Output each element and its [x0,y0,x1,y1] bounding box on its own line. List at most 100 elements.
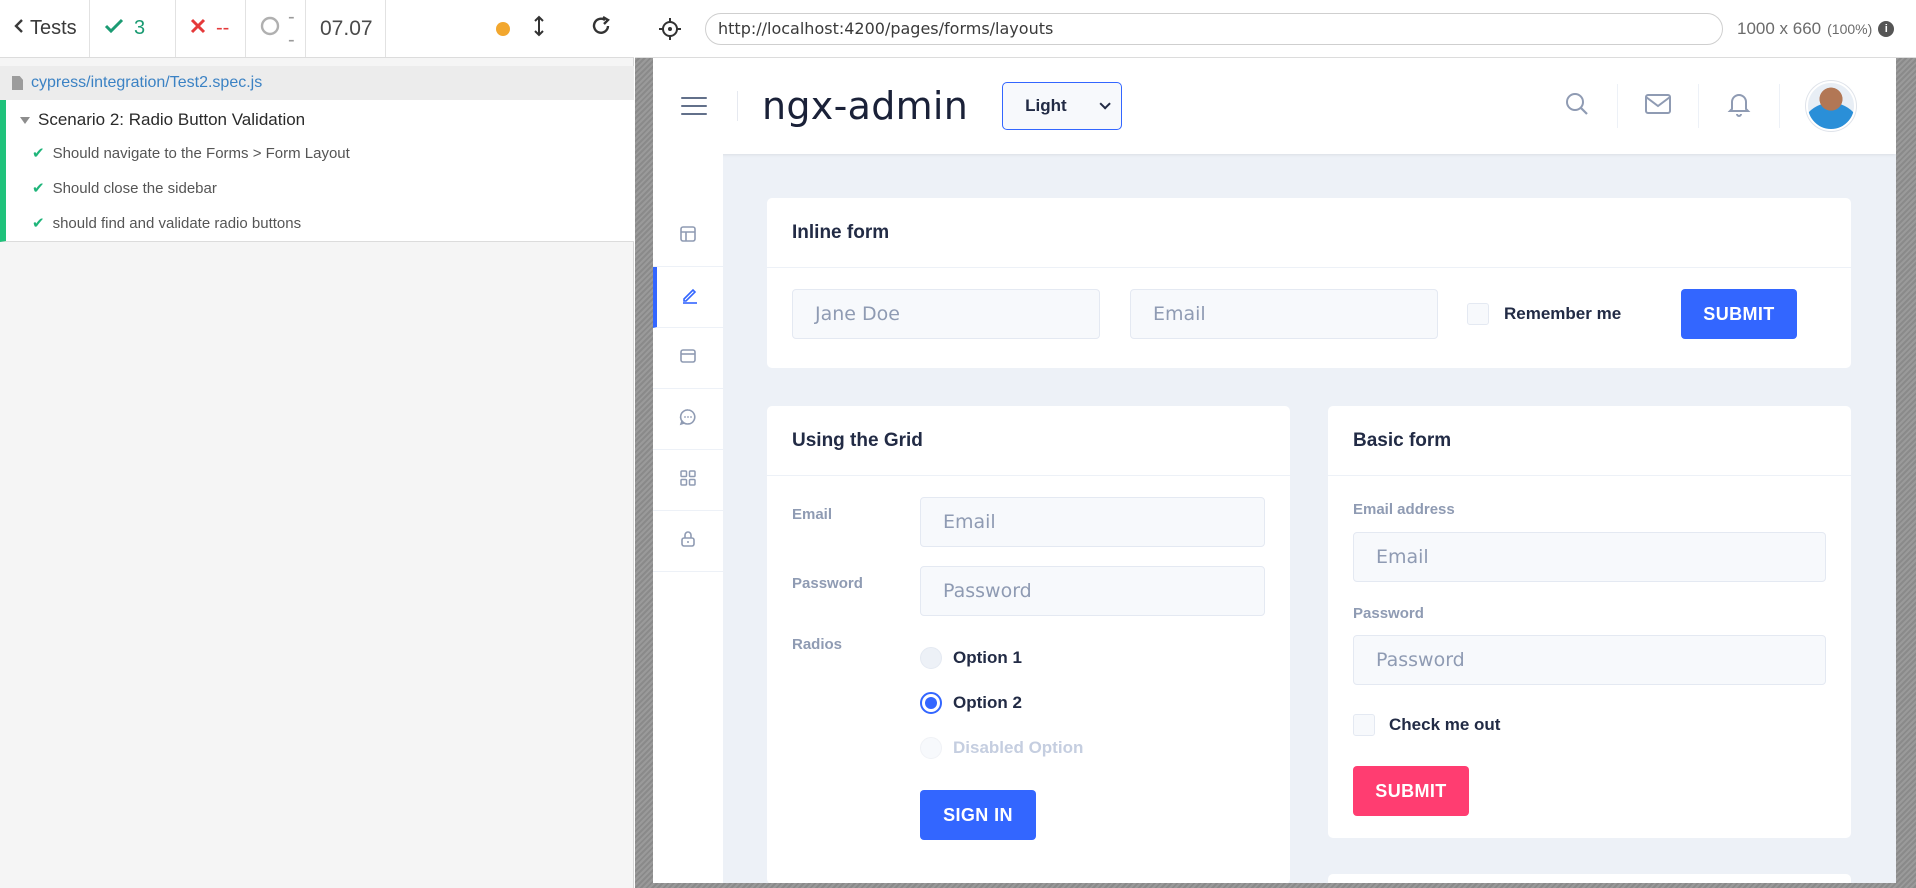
ngx-admin-app: ngx-admin Light Inline form Jane Doe Ema… [653,58,1896,883]
grid-email-input[interactable]: Email [920,497,1265,547]
card-title: Inline form [767,198,1851,268]
test-title: should find and validate radio buttons [52,214,302,232]
failed-value: -- [216,17,230,39]
sidebar-item-extra-components[interactable] [653,450,723,511]
info-icon[interactable]: i [1878,20,1895,37]
bell-icon [1727,91,1751,122]
scroll-toggle-icon[interactable] [534,15,544,42]
search-button[interactable] [1537,84,1618,128]
check-icon: ✔ [32,215,45,232]
collapse-triangle-icon [20,116,30,124]
grid-icon [679,469,697,492]
header-actions [1537,58,1856,154]
viewport-scale: (100%) [1827,20,1873,37]
file-icon [12,76,23,90]
grid-email-label: Email [792,506,833,523]
basic-email-label: Email address [1353,501,1455,518]
remember-me-checkbox[interactable] [1467,303,1489,325]
radio-option-1-label[interactable]: Option 1 [953,648,1022,668]
grid-form-card: Using the Grid Email Email Password Pass… [767,406,1290,883]
test-item[interactable]: ✔ should find and validate radio buttons [32,214,302,233]
duration: 07.07 [306,0,386,57]
edit-icon [681,286,699,309]
grid-password-label: Password [792,575,863,592]
inline-submit-button[interactable]: SUBMIT [1681,289,1797,339]
radios-label: Radios [792,636,843,653]
spec-path-text: cypress/integration/Test2.spec.js [31,74,263,91]
passed-count: 3 [90,0,176,57]
message-icon [679,408,697,431]
check-icon [104,17,124,40]
x-icon [190,17,206,40]
pending-count: -- [246,0,306,57]
lock-icon [679,530,697,553]
running-status-dot [496,21,510,36]
radio-disabled-option [920,737,942,759]
sidebar-item-layout[interactable] [653,206,723,267]
check-me-out-checkbox[interactable] [1353,714,1375,736]
header-divider [737,91,738,121]
basic-form-card: Basic form Email address Email Password … [1328,406,1851,838]
remember-me-label: Remember me [1504,304,1622,323]
radio-option-2-label[interactable]: Option 2 [953,693,1022,713]
sign-in-button[interactable]: SIGN IN [920,790,1036,840]
card-title: Basic form [1328,406,1851,476]
theme-value: Light [1025,96,1067,115]
sidebar-item-modal-overlays[interactable] [653,389,723,450]
spec-file-path[interactable]: cypress/integration/Test2.spec.js [0,66,634,100]
basic-password-input[interactable]: Password [1353,635,1826,685]
sidebar-item-auth[interactable] [653,511,723,572]
chevron-left-icon [14,17,24,40]
test-item[interactable]: ✔ Should navigate to the Forms > Form La… [32,144,350,163]
test-item[interactable]: ✔ Should close the sidebar [32,179,217,198]
radio-option-1[interactable] [920,647,942,669]
mail-button[interactable] [1618,84,1699,128]
search-icon [1564,91,1590,122]
app-header: ngx-admin Light [653,58,1896,154]
check-icon: ✔ [32,145,45,162]
passed-value: 3 [134,17,146,39]
compact-sidebar [653,154,723,883]
selector-playground-icon[interactable] [635,17,705,40]
radio-disabled-option-label: Disabled Option [953,738,1084,757]
email-icon [1644,93,1672,120]
pending-value: -- [288,5,295,51]
layout-icon [679,225,697,248]
browser-icon [679,347,697,370]
grid-password-input[interactable]: Password [920,566,1265,616]
suite-title-text: Scenario 2: Radio Button Validation [38,110,306,129]
notifications-button[interactable] [1699,84,1780,128]
sidebar-item-forms[interactable] [653,267,723,328]
basic-email-input[interactable]: Email [1353,532,1826,582]
pending-circle-icon [260,16,280,42]
back-to-tests-link[interactable]: Tests [0,0,90,57]
basic-submit-button[interactable]: SUBMIT [1353,766,1469,816]
chevron-down-icon [1099,98,1111,110]
inline-name-input[interactable]: Jane Doe [792,289,1100,339]
radio-option-2[interactable] [920,692,942,714]
inline-email-input[interactable]: Email [1130,289,1438,339]
url-display[interactable]: http://localhost:4200/pages/forms/layout… [705,12,1723,45]
viewport-size: 1000 x 660 (100%) i [1737,18,1895,39]
app-logo[interactable]: ngx-admin [762,84,968,128]
test-title: Should close the sidebar [52,179,217,197]
runner-toolbar: Tests 3 -- -- 07.07 [0,0,634,58]
failed-count: -- [176,0,246,57]
menu-toggle-icon[interactable] [681,97,737,115]
card-title: Using the Grid [767,406,1290,476]
aut-address-bar: http://localhost:4200/pages/forms/layout… [635,0,1916,58]
test-suite[interactable]: Scenario 2: Radio Button Validation ✔ Sh… [0,100,634,242]
sidebar-item-ui-features[interactable] [653,328,723,389]
back-label: Tests [30,17,77,39]
theme-select[interactable]: Light [1002,82,1123,130]
basic-password-label: Password [1353,605,1424,622]
check-icon: ✔ [32,180,45,197]
suite-title[interactable]: Scenario 2: Radio Button Validation [20,110,305,130]
cypress-runner-panel: Tests 3 -- -- 07.07 cypress/integration/… [0,0,634,888]
inline-form-card: Inline form Jane Doe Email Remember me S… [767,198,1851,368]
check-me-out-label: Check me out [1389,715,1501,734]
viewport-dimensions: 1000 x 660 [1737,18,1822,38]
test-title: Should navigate to the Forms > Form Layo… [52,144,350,162]
reload-icon[interactable] [590,15,612,42]
user-avatar[interactable] [1806,81,1856,131]
